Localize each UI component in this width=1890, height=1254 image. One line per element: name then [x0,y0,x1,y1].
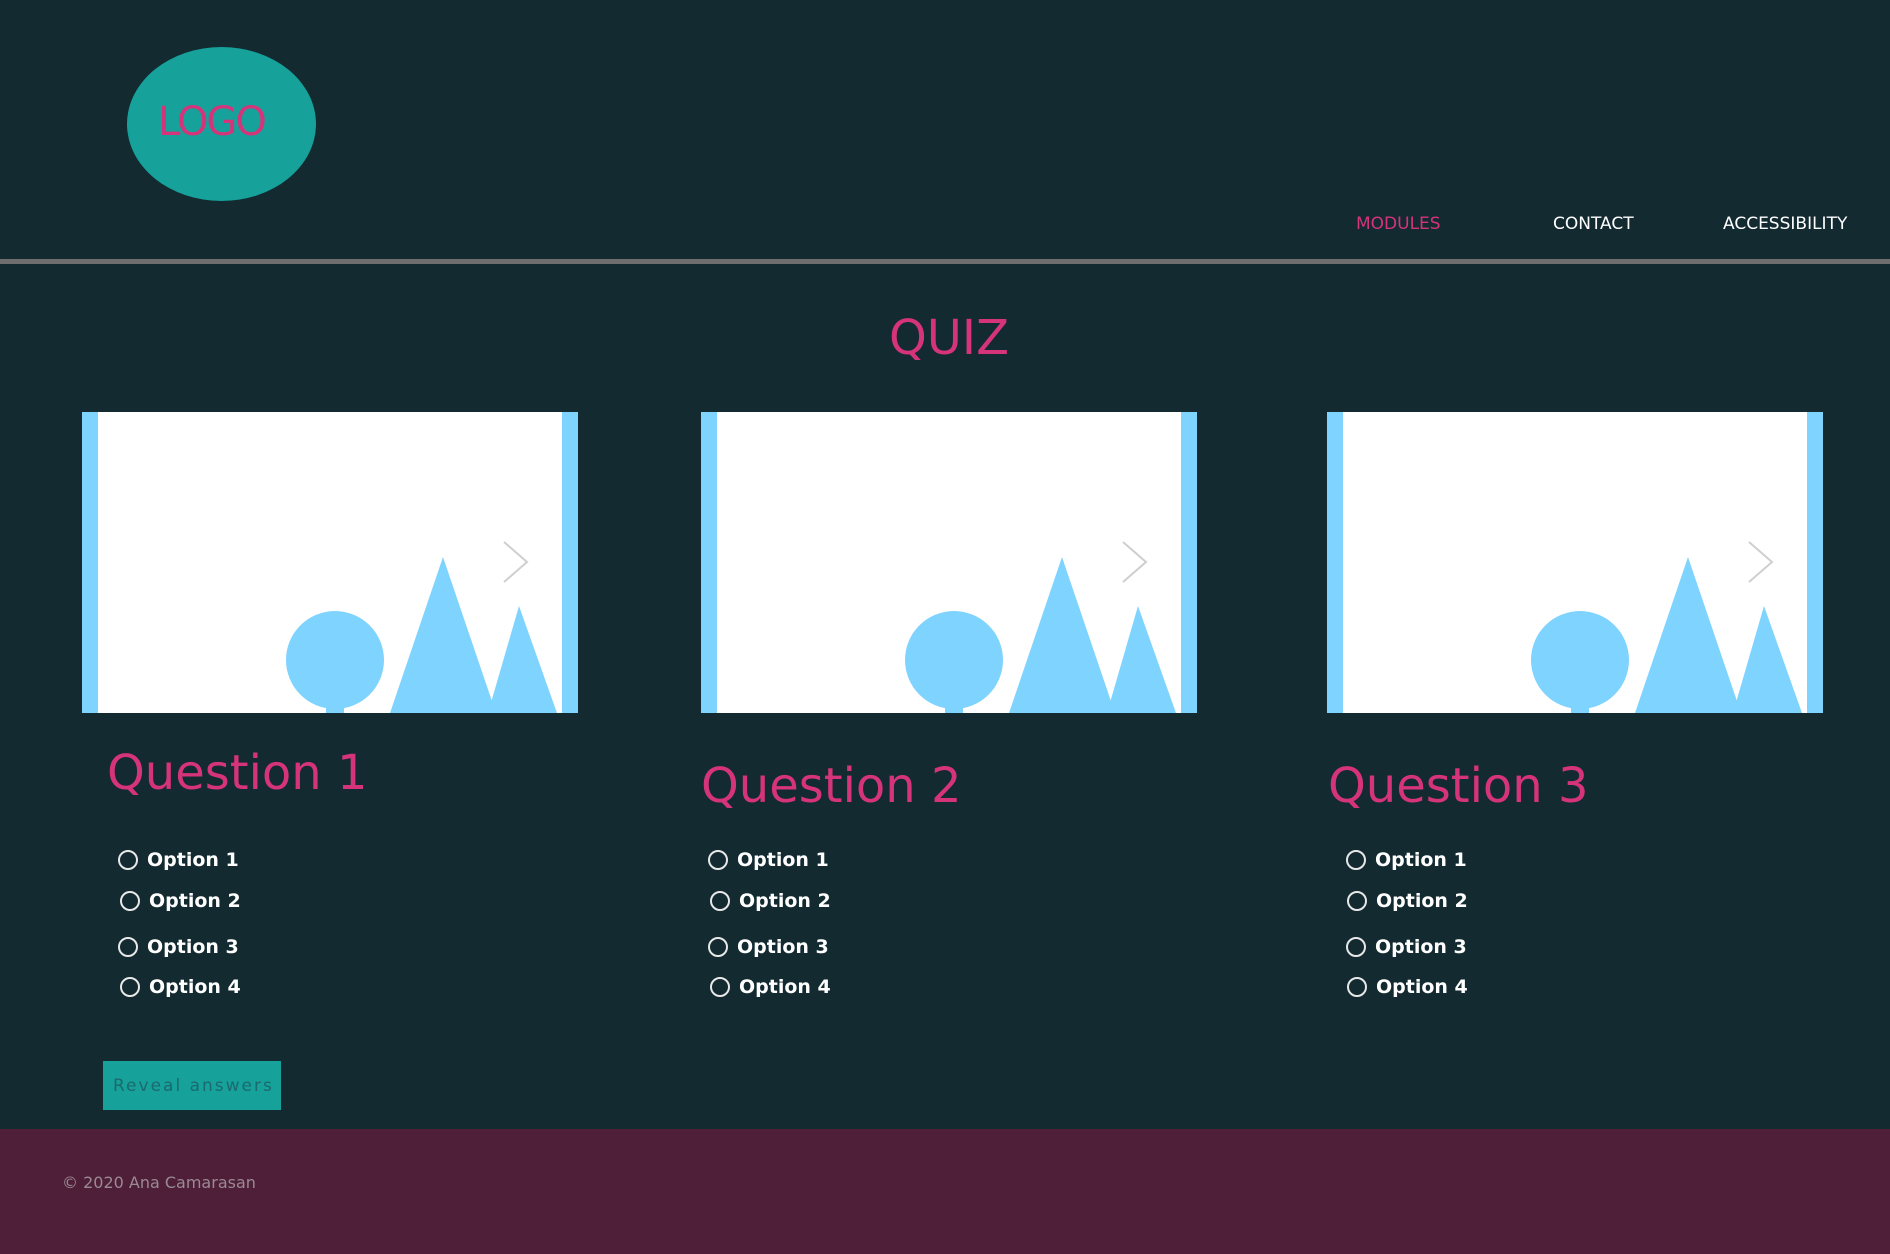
question-3-title: Question 3 [1328,758,1589,814]
radio-button[interactable] [710,891,730,911]
radio-button[interactable] [1347,891,1367,911]
question-1-option-2[interactable]: Option 2 [120,890,241,912]
radio-button[interactable] [710,977,730,997]
image-placeholder-icon [701,412,1197,713]
question-2-title: Question 2 [701,758,962,814]
question-3-option-3[interactable]: Option 3 [1346,936,1467,958]
question-1-option-3[interactable]: Option 3 [118,936,239,958]
page-title: QUIZ [889,310,1009,366]
header-divider [0,259,1890,264]
question-2-image [701,412,1197,713]
logo[interactable]: LOGO [127,47,316,201]
question-2-option-4[interactable]: Option 4 [710,976,831,998]
radio-button[interactable] [120,977,140,997]
image-placeholder-icon [1327,412,1823,713]
question-1-option-1[interactable]: Option 1 [118,849,239,871]
radio-button[interactable] [1346,850,1366,870]
question-3-image [1327,412,1823,713]
nav-accessibility[interactable]: ACCESSIBILITY [1723,214,1847,234]
nav-contact[interactable]: CONTACT [1553,214,1634,234]
question-1-image [82,412,578,713]
radio-button[interactable] [708,850,728,870]
logo-text: LOGO [158,99,267,145]
radio-button[interactable] [118,937,138,957]
radio-button[interactable] [120,891,140,911]
question-3-option-4[interactable]: Option 4 [1347,976,1468,998]
radio-button[interactable] [1346,937,1366,957]
question-1-option-4[interactable]: Option 4 [120,976,241,998]
question-3-option-2[interactable]: Option 2 [1347,890,1468,912]
reveal-answers-button[interactable]: Reveal answers [103,1061,281,1110]
question-3-option-1[interactable]: Option 1 [1346,849,1467,871]
copyright-text: © 2020 Ana Camarasan [62,1173,256,1192]
image-placeholder-icon [82,412,578,713]
question-1-title: Question 1 [107,745,368,801]
radio-button[interactable] [708,937,728,957]
question-2-option-1[interactable]: Option 1 [708,849,829,871]
radio-button[interactable] [1347,977,1367,997]
nav-modules[interactable]: MODULES [1356,214,1441,234]
site-header: LOGO MODULES CONTACT ACCESSIBILITY [0,0,1890,260]
radio-button[interactable] [118,850,138,870]
site-footer [0,1129,1890,1254]
question-2-option-3[interactable]: Option 3 [708,936,829,958]
question-2-option-2[interactable]: Option 2 [710,890,831,912]
